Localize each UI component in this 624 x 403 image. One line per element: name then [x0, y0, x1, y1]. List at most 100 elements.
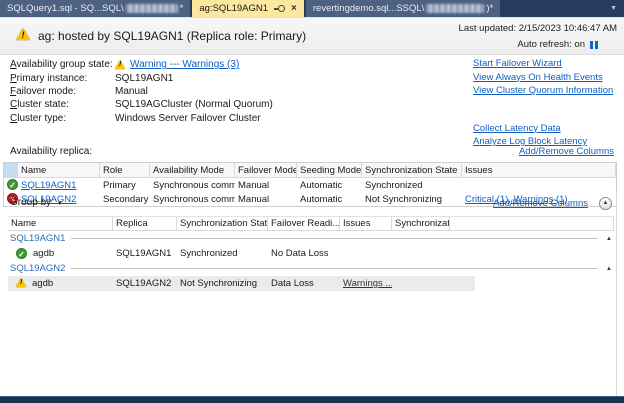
cluster-type-value: Windows Server Failover Cluster — [115, 113, 261, 124]
group-by-button[interactable]: Group by ▼ — [10, 197, 63, 208]
replica-role: Primary — [100, 180, 150, 191]
database-table: Name Replica Synchronization State Failo… — [8, 216, 614, 291]
state-warning-icon — [115, 60, 125, 72]
col-availability-mode[interactable]: Availability Mode — [150, 163, 235, 177]
status-column-header[interactable] — [4, 163, 18, 177]
col-role[interactable]: Role — [100, 163, 150, 177]
pin-icon[interactable] — [274, 4, 285, 13]
group-header-sql19agn1[interactable]: SQL19AGN1 ▲ — [8, 231, 614, 246]
col-replica[interactable]: Replica — [113, 217, 177, 230]
pause-refresh-icon[interactable] — [590, 41, 598, 49]
db-failover-readiness: Data Loss — [268, 278, 340, 289]
col-failover-readiness[interactable]: Failover Readi... — [268, 217, 340, 230]
col-sync-perf[interactable]: Synchronizatio... — [392, 217, 450, 230]
status-ok-icon: ✓ — [4, 179, 18, 191]
db-name: agdb — [32, 278, 53, 289]
view-health-events-link[interactable]: View Always On Health Events — [473, 72, 603, 83]
tab-sqlquery1[interactable]: SQLQuery1.sql - SQ...SQL\ * — [0, 0, 190, 17]
col-issues[interactable]: Issues — [462, 163, 616, 177]
replica-sync-state: Synchronized — [362, 180, 462, 191]
db-sync-state: Synchronized — [177, 248, 268, 259]
replica-name-link[interactable]: SQL19AGN1 — [21, 180, 76, 191]
cluster-state-value: SQL19AGCluster (Normal Quorum) — [115, 99, 273, 110]
col-sync-state[interactable]: Synchronization State — [362, 163, 462, 177]
group-by-label: Group by — [10, 197, 51, 208]
replica-availability-mode: Synchronous commit — [150, 180, 235, 191]
page-title: ag: hosted by SQL19AGN1 (Replica role: P… — [38, 29, 306, 43]
tab-sqlquery1-label: SQLQuery1.sql - SQ...SQL\ — [7, 3, 124, 14]
collapse-group-icon[interactable]: ▲ — [606, 266, 612, 272]
start-failover-wizard-link[interactable]: Start Failover Wizard — [473, 58, 562, 69]
replica-row-sql19agn1[interactable]: ✓ SQL19AGN1 Primary Synchronous commit M… — [4, 178, 616, 192]
db-warnings-link[interactable]: Warnings ... — [343, 278, 392, 289]
summary-row-state: Availability group state: Warning --- Wa… — [10, 58, 273, 71]
tab-revertingdemo[interactable]: revertingdemo.sql...SSQL\ )* — [306, 0, 500, 17]
ag-summary: Availability group state: Warning --- Wa… — [10, 58, 273, 125]
database-row-agdb-agn1[interactable]: ✓ agdb SQL19AGN1 Synchronized No Data Lo… — [8, 246, 614, 261]
summary-row-failover: Failover mode: Manual — [10, 85, 273, 98]
ag-state-label: Availability group state: — [10, 59, 115, 70]
pane-right-edge — [616, 194, 617, 396]
group-by-caret-icon: ▼ — [57, 201, 63, 207]
tab-ag-label: ag:SQL19AGN1 — [199, 3, 268, 14]
replica-failover-mode: Manual — [235, 180, 297, 191]
db-name: agdb — [33, 248, 54, 259]
action-links: Start Failover Wizard View Always On Hea… — [473, 57, 621, 149]
db-sync-state: Not Synchronizing — [177, 278, 268, 289]
auto-refresh-text: Auto refresh: on — [517, 39, 585, 50]
db-warning-icon — [16, 278, 26, 290]
redacted-server-name — [126, 4, 178, 13]
collapse-group-icon[interactable]: ▲ — [606, 236, 612, 242]
col-name[interactable]: Name — [8, 217, 113, 230]
col-issues[interactable]: Issues — [340, 217, 392, 230]
tab-revertingdemo-suffix: )* — [486, 3, 493, 14]
tab-list-dropdown-icon[interactable]: ▼ — [610, 5, 617, 12]
col-sync-state[interactable]: Synchronization State — [177, 217, 268, 230]
primary-instance-label: Primary instance: — [10, 73, 115, 84]
summary-row-cluster-type: Cluster type: Windows Server Failover Cl… — [10, 112, 273, 125]
add-remove-columns-link-replicas[interactable]: Add/Remove Columns — [519, 146, 614, 157]
db-failover-readiness: No Data Loss — [268, 248, 340, 259]
dashboard-header: ag: hosted by SQL19AGN1 (Replica role: P… — [0, 18, 624, 55]
group-name: SQL19AGN2 — [10, 263, 65, 274]
add-remove-columns-link-databases[interactable]: Add/Remove Columns — [493, 198, 588, 209]
group-header-sql19agn2[interactable]: SQL19AGN2 ▲ — [8, 261, 614, 276]
collect-latency-link[interactable]: Collect Latency Data — [473, 123, 561, 134]
col-failover-mode[interactable]: Failover Mode — [235, 163, 297, 177]
failover-mode-label: Failover mode: — [10, 86, 115, 97]
availability-replica-label: Availability replica: — [10, 146, 92, 157]
summary-row-primary: Primary instance: SQL19AGN1 — [10, 71, 273, 84]
db-replica: SQL19AGN1 — [113, 248, 177, 259]
close-icon[interactable]: × — [291, 4, 297, 14]
cluster-state-label: Cluster state: — [10, 99, 115, 110]
last-updated-text: Last updated: 2/15/2023 10:46:47 AM — [459, 23, 617, 34]
dashboard-panel: ag: hosted by SQL19AGN1 (Replica role: P… — [0, 18, 624, 396]
summary-row-cluster-state: Cluster state: SQL19AGCluster (Normal Qu… — [10, 98, 273, 111]
replica-table-header: Name Role Availability Mode Failover Mod… — [4, 163, 616, 178]
col-name[interactable]: Name — [18, 163, 100, 177]
database-table-header: Name Replica Synchronization State Failo… — [8, 216, 614, 231]
group-divider — [71, 238, 598, 239]
ssms-ag-dashboard-window: SQLQuery1.sql - SQ...SQL\ * ag:SQL19AGN1 … — [0, 0, 624, 403]
redacted-server-name-2 — [426, 4, 484, 13]
collapse-panel-button[interactable]: ▲ — [599, 197, 612, 210]
db-replica: SQL19AGN2 — [113, 278, 177, 289]
status-bar — [0, 396, 624, 403]
db-ok-icon: ✓ — [16, 248, 27, 259]
database-row-agdb-agn2[interactable]: agdb SQL19AGN2 Not Synchronizing Data Lo… — [8, 276, 475, 291]
view-quorum-info-link[interactable]: View Cluster Quorum Information — [473, 85, 613, 96]
tab-revertingdemo-label: revertingdemo.sql...SSQL\ — [313, 3, 424, 14]
document-tab-bar: SQLQuery1.sql - SQ...SQL\ * ag:SQL19AGN1 … — [0, 0, 624, 18]
failover-mode-value: Manual — [115, 86, 148, 97]
tab-ag-sql19agn1[interactable]: ag:SQL19AGN1 × — [192, 0, 304, 17]
group-by-toolbar: Group by ▼ Add/Remove Columns ▲ — [10, 197, 614, 213]
col-seeding-mode[interactable]: Seeding Mode — [297, 163, 362, 177]
warnings-link[interactable]: Warning --- Warnings (3) — [130, 59, 239, 70]
cluster-type-label: Cluster type: — [10, 113, 115, 124]
group-name: SQL19AGN1 — [10, 233, 65, 244]
replica-seeding-mode: Automatic — [297, 180, 362, 191]
tab-sqlquery1-suffix: * — [180, 3, 184, 14]
primary-instance-value: SQL19AGN1 — [115, 73, 173, 84]
ag-warning-icon — [16, 28, 30, 43]
group-divider — [71, 268, 598, 269]
